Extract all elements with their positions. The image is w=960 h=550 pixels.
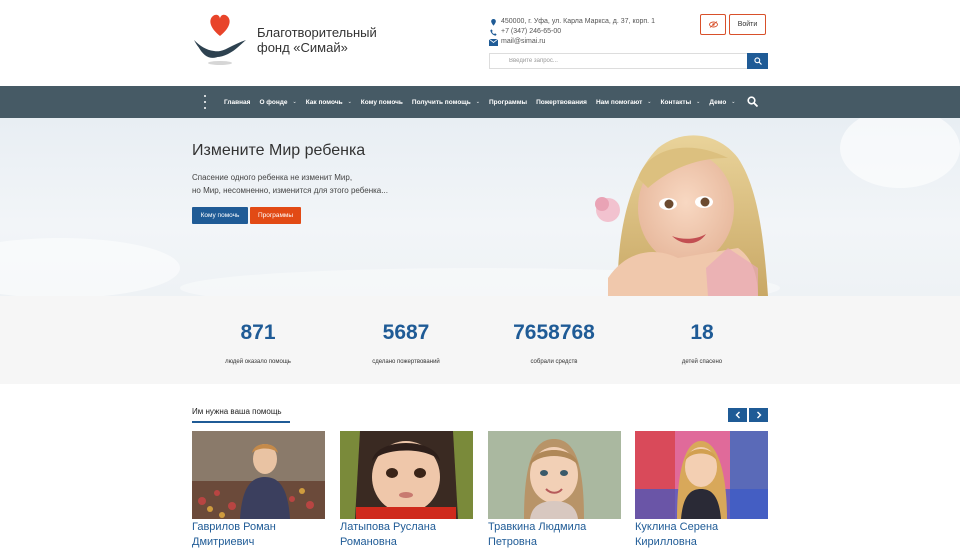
hero-title: Измените Мир ребенка — [192, 142, 366, 159]
chevron-down-icon: ⌄ — [292, 99, 297, 105]
nav-item-label[interactable]: Демо — [709, 99, 726, 106]
contacts-block: 450000, г. Уфа, ул. Карла Маркса, д. 37,… — [489, 17, 655, 47]
envelope-icon — [489, 38, 498, 46]
org-name: Благотворительный фонд «Симай» — [257, 25, 407, 55]
stat-value: 18 — [690, 321, 714, 344]
main-nav: Главная О фонде ⌄ Как помочь ⌄ Кому помочь Пол… — [0, 86, 960, 118]
child-name[interactable]: Травкина Людмила Петровна — [488, 520, 621, 550]
child-card[interactable]: Травкина Людмила Петровна — [488, 431, 621, 550]
nav-item[interactable]: Нам помогают ⌄ — [596, 99, 652, 106]
stat-people-helped: 871 людей оказало помощь — [183, 321, 333, 366]
stat-label: детей спасено — [681, 359, 723, 365]
hero-text: Спасение одного ребенка не изменит Мир, … — [192, 171, 388, 197]
nav-item[interactable]: Контакты ⌄ — [661, 99, 701, 106]
org-name-line1: Благотворительный — [257, 25, 377, 40]
chevron-down-icon: ⌄ — [696, 99, 701, 105]
children-section-title: Им нужна ваша помощь — [192, 407, 282, 416]
heart-hands-logo[interactable] — [192, 12, 248, 66]
stat-label: людей оказало помощь — [225, 359, 291, 365]
search-icon — [753, 57, 762, 65]
accessibility-button[interactable] — [700, 14, 726, 35]
nav-item[interactable]: Программы — [489, 99, 527, 106]
phone-icon — [490, 28, 497, 36]
child-card[interactable]: Латыпова Руслана Романовна — [340, 431, 473, 550]
who-to-help-button[interactable]: Кому помочь — [192, 207, 248, 224]
nav-item-label[interactable]: Как помочь — [306, 99, 343, 106]
chevron-down-icon: ⌄ — [347, 99, 352, 105]
child-card[interactable]: Гаврилов Роман Дмитриевич — [192, 431, 325, 550]
child-photo[interactable] — [488, 431, 621, 519]
nav-item[interactable]: Как помочь ⌄ — [306, 99, 352, 106]
search-submit-button[interactable] — [747, 53, 768, 69]
child-name-line2[interactable]: Кирилловна — [635, 535, 768, 550]
nav-item[interactable]: Кому помочь — [361, 99, 403, 106]
stat-funds-raised: 7658768 собрали средств — [479, 321, 629, 366]
nav-item-label[interactable]: Главная — [224, 99, 250, 106]
programs-button[interactable]: Программы — [250, 207, 301, 224]
child-name-line1[interactable]: Травкина Людмила — [488, 520, 621, 535]
child-name[interactable]: Куклина Серена Кирилловна — [635, 520, 768, 550]
nav-item[interactable]: О фонде ⌄ — [259, 99, 296, 106]
nav-item[interactable]: Главная — [224, 99, 250, 106]
stat-children-saved: 18 детей спасено — [627, 321, 777, 366]
child-name-line2[interactable]: Дмитриевич — [192, 535, 325, 550]
login-button[interactable]: Войти — [729, 14, 766, 35]
section-underline — [192, 421, 290, 423]
child-name-line2[interactable]: Романовна — [340, 535, 473, 550]
child-photo[interactable] — [192, 431, 325, 519]
email-link[interactable]: mail@simai.ru — [501, 37, 545, 47]
nav-item-label[interactable]: Нам помогают — [596, 99, 642, 106]
chevron-down-icon: ⌄ — [647, 99, 652, 105]
nav-item-label[interactable]: Программы — [489, 99, 527, 106]
child-name-line1[interactable]: Латыпова Руслана — [340, 520, 473, 535]
site-header: Благотворительный фонд «Симай» 450000, г… — [0, 0, 960, 86]
eye-icon — [708, 21, 718, 28]
child-photo[interactable] — [635, 431, 768, 519]
chevron-down-icon: ⌄ — [475, 99, 480, 105]
chevron-down-icon: ⌄ — [731, 99, 736, 105]
stat-label: собрали средств — [530, 359, 578, 365]
child-name[interactable]: Гаврилов Роман Дмитриевич — [192, 520, 325, 550]
child-name-line1[interactable]: Гаврилов Роман — [192, 520, 325, 535]
nav-item[interactable]: Пожертвования — [536, 99, 587, 106]
menu-dots-icon[interactable] — [202, 95, 208, 109]
stat-donations: 5687 сделано пожертвований — [331, 321, 481, 366]
stat-value: 7658768 — [513, 321, 595, 344]
carousel-next-button[interactable] — [749, 408, 768, 422]
nav-item[interactable]: Демо ⌄ — [709, 99, 735, 106]
phone-link[interactable]: +7 (347) 246-65-00 — [501, 27, 561, 37]
nav-item-label[interactable]: Получить помощь — [412, 99, 471, 106]
nav-item-label[interactable]: Контакты — [661, 99, 692, 106]
chevron-right-icon — [756, 411, 761, 419]
chevron-left-icon — [735, 411, 740, 419]
nav-item[interactable]: Получить помощь ⌄ — [412, 99, 480, 106]
nav-item-label[interactable]: О фонде — [259, 99, 287, 106]
stat-value: 5687 — [382, 321, 430, 344]
nav-item-label[interactable]: Кому помочь — [361, 99, 403, 106]
search-input[interactable] — [489, 53, 747, 69]
stats-section: 871 людей оказало помощь 5687 сделано по… — [0, 296, 960, 384]
stat-value: 871 — [240, 321, 276, 344]
hero-child-photo — [595, 135, 768, 296]
carousel-prev-button[interactable] — [728, 408, 747, 422]
child-name-line1[interactable]: Куклина Серена — [635, 520, 768, 535]
hero-text-line2: но Мир, несомненно, изменится для этого … — [192, 186, 388, 195]
nav-items: Главная О фонде ⌄ Как помочь ⌄ Кому помочь Пол… — [224, 86, 745, 118]
stat-label: сделано пожертвований — [372, 359, 440, 365]
nav-item-label[interactable]: Пожертвования — [536, 99, 587, 106]
hero-text-line1: Спасение одного ребенка не изменит Мир, — [192, 173, 353, 182]
child-card[interactable]: Куклина Серена Кирилловна — [635, 431, 768, 550]
child-name-line2[interactable]: Петровна — [488, 535, 621, 550]
child-name[interactable]: Латыпова Руслана Романовна — [340, 520, 473, 550]
address-text: 450000, г. Уфа, ул. Карла Маркса, д. 37,… — [501, 18, 655, 25]
hero-banner: Измените Мир ребенка Спасение одного реб… — [0, 118, 960, 296]
location-pin-icon — [491, 18, 496, 26]
hero-background — [0, 118, 960, 296]
org-name-line2: фонд «Симай» — [257, 40, 348, 55]
child-photo[interactable] — [340, 431, 473, 519]
nav-search-icon[interactable] — [747, 96, 758, 107]
